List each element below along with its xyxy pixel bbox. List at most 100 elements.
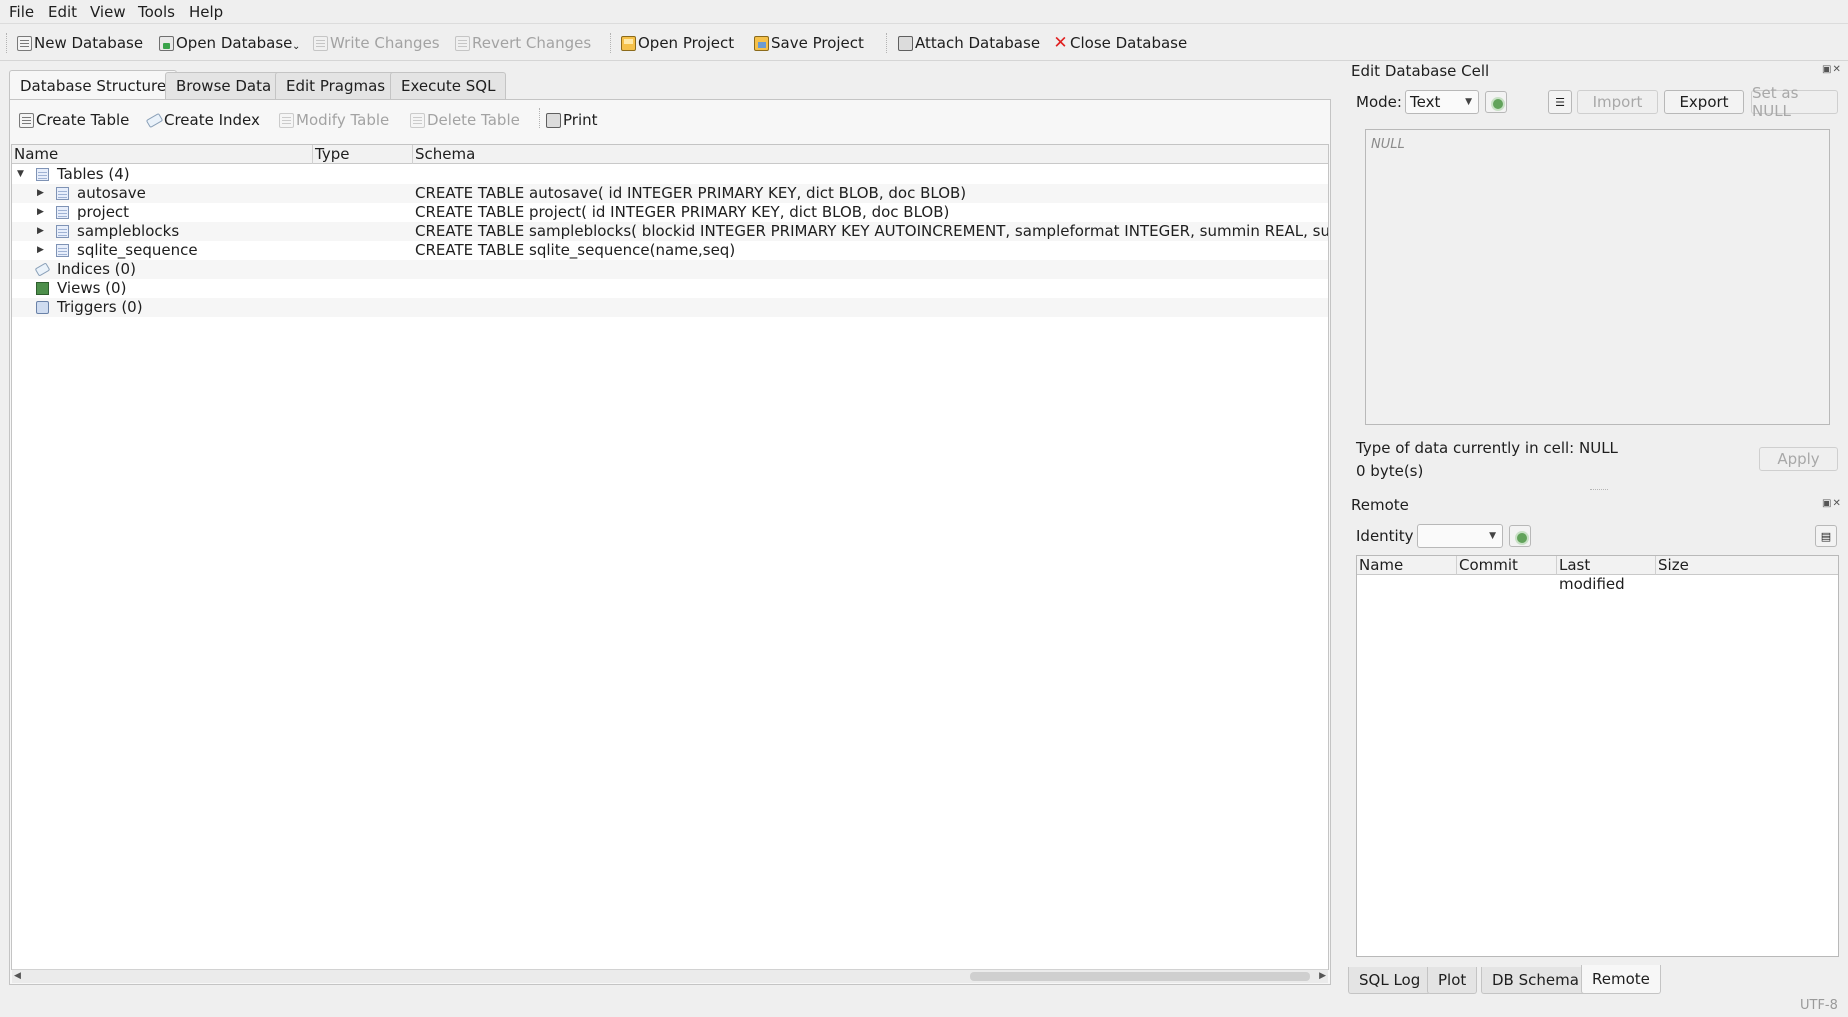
identity-select[interactable]: ▼: [1417, 524, 1503, 548]
dock-float-close-icons[interactable]: ▣✕: [1822, 498, 1842, 509]
tab-remote[interactable]: Remote: [1581, 965, 1661, 994]
table-schema: CREATE TABLE project( id INTEGER PRIMARY…: [415, 203, 950, 221]
column-header-type[interactable]: Type: [313, 145, 413, 164]
remote-dock-title: Remote: [1351, 496, 1409, 514]
tab-plot[interactable]: Plot: [1427, 967, 1478, 994]
database-icon: ▤: [1820, 529, 1832, 543]
table-icon: [56, 244, 69, 257]
tree-header: Name Type Schema: [12, 145, 1328, 164]
schema-tree-view[interactable]: Name Type Schema ▼ Tables (4) ▶ autosave…: [11, 144, 1329, 970]
delete-table-button[interactable]: Delete Table: [410, 110, 520, 130]
menu-bar: File Edit View Tools Help: [0, 0, 1848, 24]
remote-column-commit[interactable]: Commit: [1457, 556, 1557, 575]
view-icon: [36, 282, 49, 295]
remote-column-name[interactable]: Name: [1357, 556, 1457, 575]
chevron-down-icon: ▼: [1465, 97, 1472, 107]
menu-view[interactable]: View: [90, 3, 126, 21]
collapse-arrow-icon[interactable]: ▶: [37, 184, 44, 203]
indices-label: Indices (0): [57, 260, 136, 278]
column-header-name[interactable]: Name: [12, 145, 313, 164]
tab-sql-log[interactable]: SQL Log: [1348, 967, 1432, 994]
tab-db-schema[interactable]: DB Schema: [1481, 967, 1590, 994]
remote-column-size[interactable]: Size: [1656, 556, 1838, 575]
print-button[interactable]: Print: [546, 110, 598, 130]
mode-select[interactable]: Text ▼: [1405, 90, 1479, 114]
table-icon: [56, 225, 69, 238]
save-project-button[interactable]: Save Project: [754, 32, 864, 54]
import-button[interactable]: Import: [1577, 90, 1658, 114]
tables-label: Tables (4): [57, 165, 130, 183]
revert-changes-label: Revert Changes: [472, 34, 592, 52]
new-database-button[interactable]: New Database: [17, 32, 143, 54]
table-icon: [56, 187, 69, 200]
printer-icon: [546, 112, 561, 128]
table-schema: CREATE TABLE sampleblocks( blockid INTEG…: [415, 222, 1329, 240]
delete-table-icon: [410, 112, 425, 128]
save-project-label: Save Project: [771, 34, 864, 52]
attach-database-icon: [898, 35, 913, 51]
table-row[interactable]: ▶ sampleblocks CREATE TABLE sampleblocks…: [12, 222, 1329, 241]
index-icon: [34, 262, 51, 277]
menu-help[interactable]: Help: [189, 3, 223, 21]
write-changes-button[interactable]: Write Changes: [313, 32, 440, 54]
tables-icon: [36, 168, 49, 181]
auto-format-gear-icon[interactable]: [1485, 91, 1507, 113]
expand-arrow-icon[interactable]: ▼: [17, 165, 24, 184]
write-changes-icon: [313, 35, 328, 51]
dock-splitter[interactable]: [1590, 489, 1608, 490]
tree-row-triggers[interactable]: Triggers (0): [12, 298, 1328, 317]
attach-database-button[interactable]: Attach Database: [898, 32, 1040, 54]
menu-file[interactable]: File: [9, 3, 34, 21]
tab-database-structure[interactable]: Database Structure: [9, 70, 178, 100]
tree-row-views[interactable]: Views (0): [12, 279, 1328, 298]
word-wrap-button[interactable]: ☰: [1548, 90, 1572, 114]
menu-tools[interactable]: Tools: [138, 3, 175, 21]
triggers-label: Triggers (0): [57, 298, 143, 316]
table-row[interactable]: ▶ sqlite_sequence CREATE TABLE sqlite_se…: [12, 241, 1328, 260]
main-toolbar: New Database Open Database ⌄ Write Chang…: [0, 25, 1848, 61]
toolbar-separator: [610, 33, 612, 53]
save-project-icon: [754, 35, 769, 51]
encoding-status: UTF-8: [1800, 998, 1838, 1013]
tab-browse-data[interactable]: Browse Data: [165, 72, 283, 99]
menu-edit[interactable]: Edit: [48, 3, 77, 21]
scroll-left-icon[interactable]: ◀: [14, 970, 21, 983]
table-row[interactable]: ▶ autosave CREATE TABLE autosave( id INT…: [12, 184, 1328, 203]
cell-editor-value: NULL: [1371, 137, 1405, 152]
scrollbar-thumb[interactable]: [970, 972, 1310, 981]
remote-push-button[interactable]: ▤: [1815, 525, 1837, 547]
mode-value: Text: [1410, 93, 1441, 111]
collapse-arrow-icon[interactable]: ▶: [37, 203, 44, 222]
column-header-schema[interactable]: Schema: [413, 145, 1328, 164]
set-as-null-button[interactable]: Set as NULL: [1751, 84, 1838, 120]
open-database-icon: [159, 35, 174, 51]
cell-editor-textarea[interactable]: NULL: [1365, 129, 1830, 425]
tree-row-tables[interactable]: ▼ Tables (4): [12, 165, 1328, 184]
open-database-dropdown-arrow[interactable]: ⌄: [292, 35, 300, 57]
scroll-right-icon[interactable]: ▶: [1319, 970, 1326, 983]
remote-column-last-modified[interactable]: Last modified: [1557, 556, 1656, 593]
close-database-button[interactable]: ✕ Close Database: [1053, 32, 1187, 54]
close-x-icon: ✕: [1053, 32, 1068, 53]
dock-float-close-icons[interactable]: ▣✕: [1822, 64, 1842, 75]
open-project-button[interactable]: Open Project: [621, 32, 734, 54]
collapse-arrow-icon[interactable]: ▶: [37, 241, 44, 260]
tree-row-indices[interactable]: Indices (0): [12, 260, 1328, 279]
table-schema: CREATE TABLE sqlite_sequence(name,seq): [415, 241, 736, 259]
export-button[interactable]: Export: [1664, 90, 1744, 114]
table-row[interactable]: ▶ project CREATE TABLE project( id INTEG…: [12, 203, 1328, 222]
create-table-button[interactable]: Create Table: [19, 110, 129, 130]
remote-file-list[interactable]: Name Commit Last modified Size: [1356, 555, 1839, 957]
modify-table-icon: [279, 112, 294, 128]
mode-label: Mode:: [1356, 93, 1402, 111]
horizontal-scrollbar[interactable]: ◀ ▶: [12, 969, 1328, 983]
identity-settings-gear-icon[interactable]: [1509, 525, 1531, 547]
revert-changes-button[interactable]: Revert Changes: [455, 32, 591, 54]
apply-button[interactable]: Apply: [1759, 447, 1838, 471]
create-index-button[interactable]: Create Index: [145, 110, 260, 130]
modify-table-button[interactable]: Modify Table: [279, 110, 389, 130]
collapse-arrow-icon[interactable]: ▶: [37, 222, 44, 241]
tab-edit-pragmas[interactable]: Edit Pragmas: [275, 72, 397, 99]
tab-execute-sql[interactable]: Execute SQL: [390, 72, 507, 99]
open-database-button[interactable]: Open Database: [159, 32, 292, 54]
